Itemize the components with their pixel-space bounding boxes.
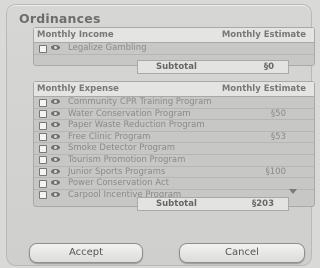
ordinance-name: Paper Waste Reduction Program bbox=[68, 120, 205, 131]
expense-item-community-cpr[interactable]: Community CPR Training Program bbox=[34, 97, 314, 109]
dialog-title: Ordinances bbox=[19, 11, 101, 26]
income-subtotal-value: §0 bbox=[263, 62, 274, 72]
income-subtotal: Subtotal §0 bbox=[137, 60, 289, 74]
checkbox-icon[interactable] bbox=[39, 133, 47, 142]
ordinance-name: Water Conservation Program bbox=[68, 108, 191, 119]
ordinance-name: Smoke Detector Program bbox=[68, 143, 176, 154]
expense-item-power-conservation[interactable]: Power Conservation Act bbox=[34, 178, 314, 190]
expense-header-estimate: Monthly Estimate bbox=[221, 84, 306, 94]
ordinance-name: Community CPR Training Program bbox=[68, 97, 212, 107]
expense-item-junior-sports[interactable]: Junior Sports Programs §100 bbox=[34, 167, 314, 179]
expense-subtotal-value: §203 bbox=[252, 199, 274, 209]
ordinance-amount: §53 bbox=[270, 131, 286, 142]
expense-header: Monthly Expense Monthly Estimate bbox=[34, 82, 314, 97]
checkbox-icon[interactable] bbox=[39, 110, 47, 119]
checkbox-icon[interactable] bbox=[39, 179, 47, 188]
ordinance-amount: §50 bbox=[270, 108, 286, 119]
income-header: Monthly Income Monthly Estimate bbox=[34, 28, 314, 43]
income-subtotal-label: Subtotal bbox=[156, 62, 197, 72]
income-header-label: Monthly Income bbox=[37, 30, 114, 40]
expense-header-label: Monthly Expense bbox=[37, 84, 119, 94]
ordinance-name: Legalize Gambling bbox=[68, 43, 147, 53]
scroll-down-arrow-icon[interactable] bbox=[289, 189, 297, 194]
ordinance-amount: §100 bbox=[265, 166, 286, 177]
checkbox-icon[interactable] bbox=[39, 121, 47, 130]
income-header-estimate: Monthly Estimate bbox=[221, 30, 306, 40]
eye-icon[interactable] bbox=[51, 191, 60, 197]
expense-subtotal-label: Subtotal bbox=[156, 199, 197, 209]
eye-icon[interactable] bbox=[51, 133, 60, 139]
eye-icon[interactable] bbox=[51, 45, 60, 50]
ordinance-name: Junior Sports Programs bbox=[68, 166, 166, 177]
checkbox-icon[interactable] bbox=[39, 156, 47, 165]
checkbox-icon[interactable] bbox=[39, 144, 47, 153]
expense-item-smoke-detector[interactable]: Smoke Detector Program bbox=[34, 143, 314, 155]
eye-icon[interactable] bbox=[51, 180, 60, 186]
checkbox-icon[interactable] bbox=[39, 168, 47, 177]
expense-item-free-clinic[interactable]: Free Clinic Program §53 bbox=[34, 132, 314, 144]
eye-icon[interactable] bbox=[51, 122, 60, 128]
eye-icon[interactable] bbox=[51, 168, 60, 174]
checkbox-icon[interactable] bbox=[39, 191, 47, 200]
expense-item-tourism-promotion[interactable]: Tourism Promotion Program bbox=[34, 155, 314, 167]
checkbox-icon[interactable] bbox=[39, 98, 47, 107]
expense-item-paper-waste[interactable]: Paper Waste Reduction Program bbox=[34, 120, 314, 132]
ordinance-name: Free Clinic Program bbox=[68, 131, 151, 142]
eye-icon[interactable] bbox=[51, 145, 60, 151]
eye-icon[interactable] bbox=[51, 156, 60, 162]
accept-button[interactable]: Accept bbox=[29, 243, 143, 263]
ordinance-name: Power Conservation Act bbox=[68, 178, 169, 189]
eye-icon[interactable] bbox=[51, 99, 60, 104]
expense-subtotal: Subtotal §203 bbox=[137, 197, 289, 211]
cancel-button[interactable]: Cancel bbox=[179, 243, 305, 263]
ordinances-dialog: Ordinances Monthly Income Monthly Estima… bbox=[6, 4, 315, 266]
expense-section: Monthly Expense Monthly Estimate Communi… bbox=[33, 81, 315, 207]
expense-item-water-conservation[interactable]: Water Conservation Program §50 bbox=[34, 109, 314, 121]
ordinance-name: Tourism Promotion Program bbox=[68, 154, 186, 165]
checkbox-icon[interactable] bbox=[39, 44, 47, 53]
eye-icon[interactable] bbox=[51, 110, 60, 116]
income-item-legalize-gambling[interactable]: Legalize Gambling bbox=[34, 43, 314, 55]
